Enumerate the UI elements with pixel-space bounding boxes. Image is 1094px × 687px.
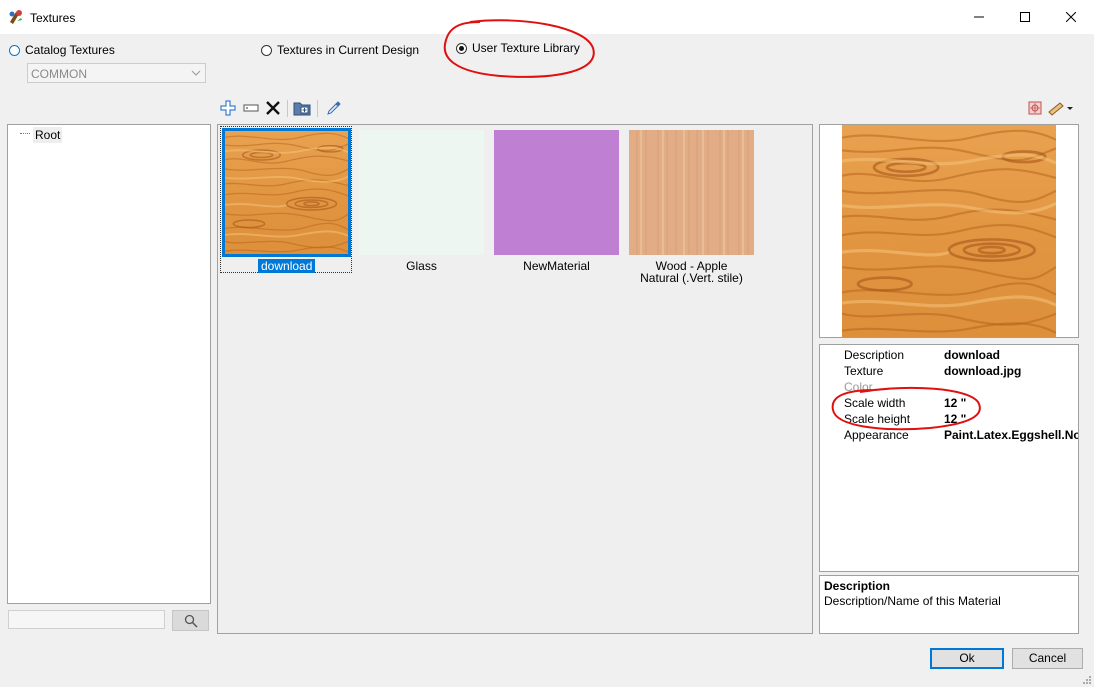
property-key: Color — [844, 380, 873, 394]
close-icon — [1066, 12, 1076, 22]
cancel-button[interactable]: Cancel — [1012, 648, 1083, 669]
textures-app-icon — [9, 10, 22, 24]
import-folder-icon — [293, 102, 311, 116]
maximize-button[interactable] — [1002, 0, 1048, 34]
texture-thumbnail-download — [222, 128, 351, 257]
toolbar-separator — [317, 100, 318, 117]
minimize-button[interactable] — [956, 0, 1002, 34]
texture-preview-image — [842, 125, 1056, 337]
radio-dot — [261, 44, 272, 56]
radio-user-texture-library[interactable]: User Texture Library — [456, 41, 580, 55]
property-value: 12 " — [944, 396, 967, 410]
search-button[interactable] — [172, 610, 209, 631]
properties-grid[interactable]: Description download Texture download.jp… — [819, 344, 1079, 572]
texture-thumbnail-glass[interactable] — [359, 130, 484, 255]
measure-dropdown-button[interactable] — [1047, 99, 1075, 117]
folder-tree[interactable]: Root — [7, 124, 211, 604]
radio-dot — [9, 44, 20, 56]
radio-catalog-textures[interactable]: Catalog Textures — [9, 43, 115, 57]
property-value: 12 " — [944, 412, 967, 426]
delete-icon — [266, 101, 280, 115]
rename-icon — [243, 104, 259, 112]
rename-button[interactable] — [242, 99, 260, 117]
catalog-combo[interactable]: COMMON — [27, 63, 206, 83]
property-row-scale-width[interactable]: Scale width 12 " — [820, 394, 1078, 410]
property-row-appearance[interactable]: Appearance Paint.Latex.Eggshell.No — [820, 426, 1078, 442]
import-folder-button[interactable] — [293, 99, 311, 117]
texture-options-button[interactable] — [1026, 99, 1044, 117]
property-value: download — [944, 348, 1000, 362]
texture-thumbnail-newmaterial[interactable] — [494, 130, 619, 255]
texture-label: NewMaterial — [523, 259, 590, 273]
property-key: Scale height — [844, 412, 911, 426]
toolbar-separator — [287, 100, 288, 117]
minimize-icon — [974, 16, 984, 18]
close-button[interactable] — [1048, 0, 1094, 34]
property-help-panel: Description Description/Name of this Mat… — [819, 575, 1079, 634]
search-icon — [184, 614, 198, 628]
radio-textures-in-current-design[interactable]: Textures in Current Design — [261, 43, 419, 57]
help-title: Description — [824, 579, 891, 593]
property-key: Description — [844, 348, 905, 362]
delete-button[interactable] — [264, 99, 282, 117]
add-button[interactable] — [219, 99, 237, 117]
property-row-scale-height[interactable]: Scale height 12 " — [820, 410, 1078, 426]
ok-button[interactable]: Ok — [930, 648, 1004, 669]
eyedropper-icon — [327, 101, 341, 115]
radio-label: Catalog Textures — [25, 43, 115, 57]
property-value: download.jpg — [944, 364, 1022, 378]
property-row-description[interactable]: Description download — [820, 346, 1078, 362]
property-row-color[interactable]: Color — [820, 378, 1078, 394]
resize-grip-icon[interactable] — [1082, 675, 1092, 685]
title-bar: Textures — [0, 0, 1094, 34]
texture-options-icon — [1028, 101, 1042, 115]
property-row-texture[interactable]: Texture download.jpg — [820, 362, 1078, 378]
texture-label-selected: download — [258, 259, 316, 273]
search-input[interactable] — [8, 610, 165, 629]
eyedropper-button[interactable] — [325, 99, 343, 117]
texture-label: Wood - Apple Natural (.Vert. stile) — [640, 259, 743, 285]
property-value: Paint.Latex.Eggshell.No — [944, 428, 1079, 442]
property-key: Appearance — [844, 428, 909, 442]
catalog-combo-value: COMMON — [31, 67, 87, 81]
chevron-down-icon — [187, 64, 205, 82]
maximize-icon — [1020, 12, 1030, 22]
radio-dot-selected — [456, 42, 467, 54]
radio-label: User Texture Library — [472, 41, 580, 55]
texture-thumbnail-wood-apple[interactable] — [629, 130, 754, 255]
measure-dropdown-icon — [1048, 102, 1073, 116]
property-key: Texture — [844, 364, 884, 378]
property-key: Scale width — [844, 396, 906, 410]
help-text: Description/Name of this Material — [824, 594, 1001, 608]
window-title: Textures — [30, 11, 76, 25]
tree-connector — [20, 133, 30, 134]
radio-label: Textures in Current Design — [277, 43, 420, 57]
tree-item-root[interactable]: Root — [33, 127, 63, 143]
add-icon — [220, 100, 236, 116]
texture-label: Glass — [406, 259, 437, 273]
